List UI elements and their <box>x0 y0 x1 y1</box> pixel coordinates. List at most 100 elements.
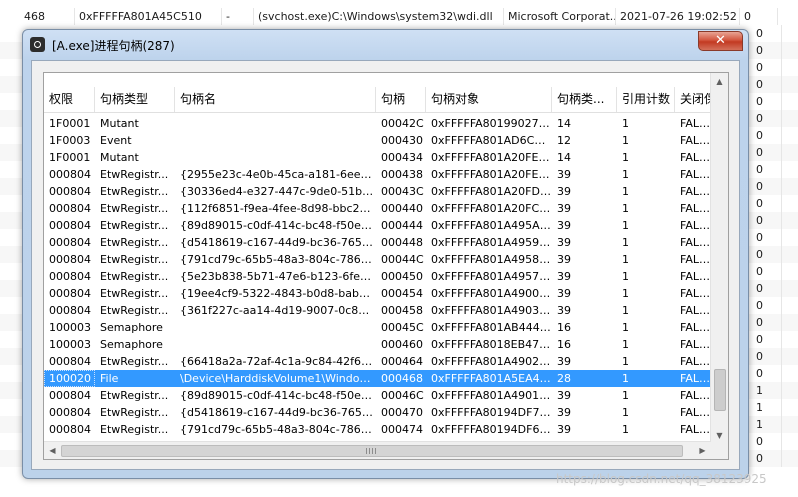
watermark: https://blog.csdn.net/qq_38123925 <box>556 472 767 486</box>
table-cell: {d5418619-c167-44d9-bc36-765beb... <box>180 406 376 419</box>
table-cell: EtwRegistr... <box>100 423 169 436</box>
table-row[interactable]: 000804 EtwRegistr... {d5418619-c167-44d9-b… <box>44 234 711 251</box>
table-row[interactable]: 000804 EtwRegistr... {5e23b838-5b71-47e6-b… <box>44 268 711 285</box>
bg-dash: - <box>222 8 254 25</box>
scroll-grip-icon <box>366 448 376 454</box>
table-cell: 1 <box>622 406 629 419</box>
table-row[interactable]: 100020 File \Device\HarddiskVolume1\Window… <box>44 370 711 387</box>
table-cell: {791cd79c-65b5-48a3-804c-786048... <box>180 253 376 266</box>
table-cell: 000448 <box>381 236 423 249</box>
col-header-ref-count[interactable]: 引用计数 <box>617 87 675 112</box>
table-cell: 28 <box>557 372 571 385</box>
table-cell: 1F0001 <box>49 117 91 130</box>
table-cell: 1 <box>622 423 629 436</box>
table-cell: 1F0003 <box>49 134 91 147</box>
table-row[interactable]: 000804 EtwRegistr... {89d89015-c0df-414c-b… <box>44 217 711 234</box>
table-cell: EtwRegistr... <box>100 253 169 266</box>
col-header-handle-type[interactable]: 句柄类型 <box>95 87 175 112</box>
table-cell: FALSE <box>680 185 711 198</box>
table-row[interactable]: 000804 EtwRegistr... {2955e23c-4e0b-45ca-a… <box>44 166 711 183</box>
bg-value: 0 <box>752 42 782 59</box>
bg-value: 0 <box>752 280 782 297</box>
col-header-handle-name[interactable]: 句柄名 <box>175 87 376 112</box>
table-cell: 00043C <box>381 185 424 198</box>
table-cell: 39 <box>557 287 571 300</box>
table-cell: EtwRegistr... <box>100 287 169 300</box>
dialog-client: 权限 句柄类型 句柄名 句柄 句柄对象 句柄类... 引用计数 关闭保 1F00… <box>31 60 740 470</box>
col-header-access[interactable]: 权限 <box>44 87 95 112</box>
close-button[interactable]: ✕ <box>698 31 743 51</box>
handle-list[interactable]: 权限 句柄类型 句柄名 句柄 句柄对象 句柄类... 引用计数 关闭保 1F00… <box>43 72 729 460</box>
horizontal-scrollbar[interactable]: ◀ ▶ <box>44 441 711 459</box>
table-cell: EtwRegistr... <box>100 168 169 181</box>
table-cell: {112f6851-f9ea-4fee-8d98-bbc2c4d... <box>180 202 376 215</box>
bg-pid: 468 <box>20 8 75 25</box>
col-header-handle-class[interactable]: 句柄类... <box>552 87 617 112</box>
table-cell: \Device\HarddiskVolume1\Windows\... <box>180 372 376 385</box>
table-cell: EtwRegistr... <box>100 270 169 283</box>
col-header-handle-object[interactable]: 句柄对象 <box>426 87 552 112</box>
table-cell: FALSE <box>680 321 711 334</box>
table-cell: 39 <box>557 304 571 317</box>
table-cell: 1 <box>622 202 629 215</box>
table-row[interactable]: 1F0001 Mutant 00042C 0xFFFFFA8019902770 14 1 F… <box>44 115 711 132</box>
vertical-scrollbar[interactable]: ▲ ▼ <box>710 73 728 444</box>
table-cell: 0xFFFFFA801A4958A0 <box>431 253 552 266</box>
table-row[interactable]: 100003 Semaphore 00045C 0xFFFFFA801AB44490 1… <box>44 319 711 336</box>
title-bar[interactable]: [A.exe]进程句柄(287) ✕ <box>23 30 748 60</box>
table-row[interactable]: 000804 EtwRegistr... {361f227c-aa14-4d19-9… <box>44 302 711 319</box>
col-header-handle[interactable]: 句柄 <box>376 87 426 112</box>
table-row[interactable]: 100003 Semaphore 000460 0xFFFFFA8018EB4770 1… <box>44 336 711 353</box>
table-cell: 12 <box>557 134 571 147</box>
table-cell: 000804 <box>49 219 91 232</box>
table-cell: 1 <box>622 168 629 181</box>
table-row[interactable]: 000804 EtwRegistr... {791cd79c-65b5-48a3-8… <box>44 421 711 438</box>
table-cell: 0xFFFFFA801A495A20 <box>431 219 552 232</box>
table-cell: 39 <box>557 389 571 402</box>
table-row[interactable]: 000804 EtwRegistr... {89d89015-c0df-414c-b… <box>44 387 711 404</box>
horizontal-scroll-thumb[interactable] <box>61 445 683 457</box>
table-cell: 000804 <box>49 270 91 283</box>
bg-value: 1 <box>752 416 782 433</box>
bg-value: 0 <box>752 450 782 467</box>
table-row[interactable]: 000804 EtwRegistr... {30336ed4-e327-447c-9… <box>44 183 711 200</box>
table-cell: 000804 <box>49 406 91 419</box>
table-cell: 000468 <box>381 372 423 385</box>
table-cell: 000804 <box>49 168 91 181</box>
table-cell: FALSE <box>680 270 711 283</box>
table-cell: EtwRegistr... <box>100 304 169 317</box>
table-row[interactable]: 1F0003 Event 000430 0xFFFFFA801AD6CD... 12 1 F… <box>44 132 711 149</box>
table-cell: 00042C <box>381 117 424 130</box>
bg-value: 0 <box>752 263 782 280</box>
scroll-right-icon[interactable]: ▶ <box>694 442 711 459</box>
table-cell: File <box>100 372 119 385</box>
table-cell: 100020 <box>44 370 95 387</box>
bg-value: 0 <box>752 110 782 127</box>
table-cell: 16 <box>557 338 571 351</box>
table-cell: EtwRegistr... <box>100 219 169 232</box>
table-cell: 1 <box>622 236 629 249</box>
table-cell: 000434 <box>381 151 423 164</box>
table-row[interactable]: 000804 EtwRegistr... {112f6851-f9ea-4fee-8… <box>44 200 711 217</box>
vertical-scroll-thumb[interactable] <box>714 369 726 411</box>
bg-address: 0xFFFFFA801A45C510 <box>75 8 222 25</box>
table-row[interactable]: 000804 EtwRegistr... {d5418619-c167-44d9-b… <box>44 404 711 421</box>
col-header-close-protect[interactable]: 关闭保 <box>675 87 711 112</box>
table-row[interactable]: 1F0001 Mutant 000434 0xFFFFFA801A20FEC0 14 1 F… <box>44 149 711 166</box>
table-cell: 16 <box>557 321 571 334</box>
bg-value: 0 <box>752 195 782 212</box>
table-cell: 1 <box>622 338 629 351</box>
table-row[interactable]: 000804 EtwRegistr... {791cd79c-65b5-48a3-8… <box>44 251 711 268</box>
table-cell: 14 <box>557 117 571 130</box>
background-top-row[interactable]: 468 0xFFFFFA801A45C510 - (svchost.exe)C:… <box>0 8 798 25</box>
scroll-left-icon[interactable]: ◀ <box>44 442 61 459</box>
table-cell: {361f227c-aa14-4d19-9007-0c8d1a... <box>180 304 376 317</box>
table-cell: 1 <box>622 117 629 130</box>
scroll-up-icon[interactable]: ▲ <box>711 73 728 90</box>
table-cell: 39 <box>557 236 571 249</box>
table-row[interactable]: 000804 EtwRegistr... {19ee4cf9-5322-4843-b… <box>44 285 711 302</box>
table-cell: FALSE <box>680 219 711 232</box>
bg-value: 0 <box>752 161 782 178</box>
table-row[interactable]: 000804 EtwRegistr... {66418a2a-72af-4c1a-9… <box>44 353 711 370</box>
table-cell: 0xFFFFFA801A490070 <box>431 287 552 300</box>
